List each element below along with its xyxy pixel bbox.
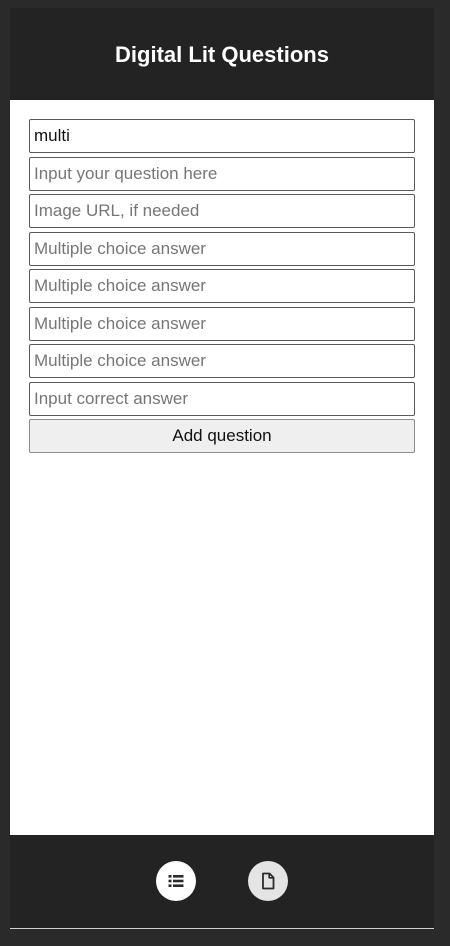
main-content: Add question (10, 100, 434, 835)
choice-input-4[interactable] (29, 344, 415, 378)
image-url-input[interactable] (29, 194, 415, 228)
choice-input-3[interactable] (29, 306, 415, 341)
document-icon (258, 871, 278, 891)
bottom-nav (10, 835, 434, 927)
app-header: Digital Lit Questions (10, 8, 434, 100)
page-title: Digital Lit Questions (115, 42, 329, 67)
choice-input-1[interactable] (29, 231, 415, 266)
add-question-form: Add question (29, 119, 415, 453)
correct-answer-input[interactable] (29, 381, 415, 416)
question-input[interactable] (29, 156, 415, 191)
add-question-button[interactable]: Add question (29, 419, 415, 453)
question-type-input[interactable] (29, 119, 415, 153)
new-question-button[interactable] (248, 861, 288, 901)
questions-list-button[interactable] (156, 861, 196, 901)
choice-input-2[interactable] (29, 269, 415, 303)
app-frame: Digital Lit Questions Add question (10, 8, 434, 929)
list-icon (166, 871, 186, 891)
